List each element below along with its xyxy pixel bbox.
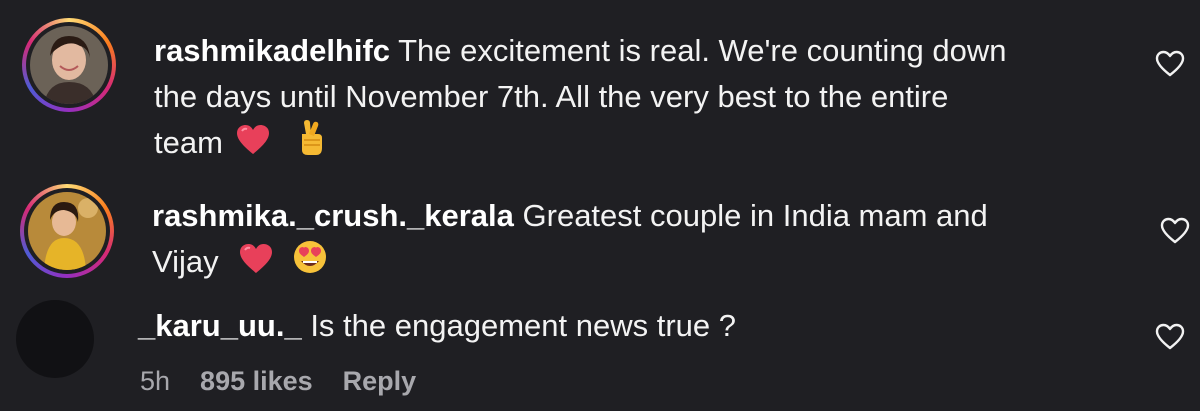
comment-item: rashmikadelhifc The excitement is real. … [0,0,1200,180]
avatar[interactable] [22,18,116,112]
comment-text: rashmikadelhifc The excitement is real. … [154,28,1114,169]
comment-body-line: Vijay [152,244,219,279]
comment-username[interactable]: rashmikadelhifc [154,33,390,68]
comment-body-line: the days until November 7th. All the ver… [154,79,949,114]
comment-text: rashmika._crush._kerala Greatest couple … [152,193,1112,288]
comment-timestamp: 5h [140,366,171,396]
comment-body-line: Greatest couple in India mam and [513,198,988,233]
comment-username[interactable]: _karu_uu._ [138,308,302,343]
comment-body-line: Is the engagement news true ? [301,308,736,343]
comment-username[interactable]: rashmika._crush._kerala [152,198,514,233]
comment-body-line: The excitement is real. We're counting d… [390,33,1007,68]
red-heart-emoji [236,122,270,168]
like-heart-icon[interactable] [1155,50,1185,78]
red-heart-emoji [239,241,273,287]
likes-count[interactable]: 895 likes [200,366,313,397]
crossed-fingers-emoji [294,120,326,169]
like-heart-icon[interactable] [1155,323,1185,351]
comment-text: _karu_uu._ Is the engagement news true ? [138,303,1098,349]
comment-body-line: team [154,125,223,160]
reply-button[interactable]: Reply [343,366,417,397]
avatar-photo [28,192,106,270]
like-heart-icon[interactable] [1160,217,1190,245]
comment-meta: 5h 895 likes Reply [140,366,416,397]
heart-eyes-emoji [292,239,328,288]
avatar-photo [30,26,108,104]
comment-item: rashmika._crush._kerala Greatest couple … [0,180,1200,290]
avatar[interactable] [20,184,114,278]
avatar[interactable] [16,300,94,378]
